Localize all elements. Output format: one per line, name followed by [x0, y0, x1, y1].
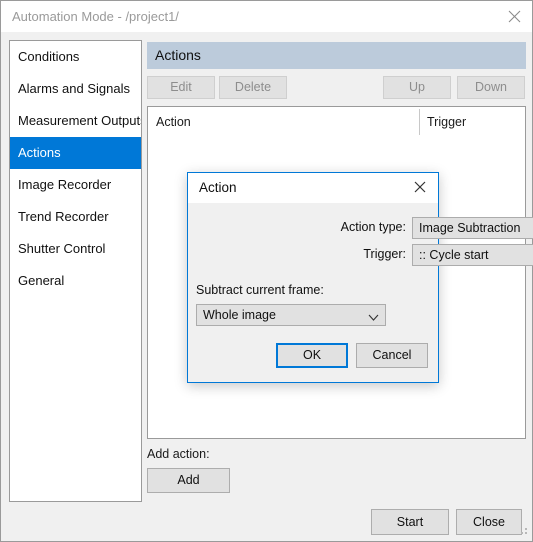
sidebar-item-general[interactable]: General [10, 265, 141, 297]
column-header-action[interactable]: Action [156, 115, 191, 129]
dialog-titlebar: Action [188, 173, 438, 203]
delete-button[interactable]: Delete [219, 76, 287, 99]
chevron-down-icon [368, 311, 379, 325]
resize-grip-icon[interactable] [517, 526, 529, 538]
add-action-label: Add action: [147, 447, 210, 461]
window-titlebar: Automation Mode - /project1/ [1, 1, 532, 32]
dialog-close-button[interactable] [405, 176, 435, 201]
sidebar-item-image-recorder[interactable]: Image Recorder [10, 169, 141, 201]
sidebar-item-actions[interactable]: Actions [10, 137, 141, 169]
action-type-value: Image Subtraction [419, 221, 521, 235]
subtract-current-frame-label: Subtract current frame: [196, 283, 324, 297]
window-title: Automation Mode - /project1/ [12, 9, 179, 24]
action-type-label: Action type: [340, 220, 406, 234]
sidebar-item-conditions[interactable]: Conditions [10, 41, 141, 73]
action-dialog: Action Action type: Image Subtraction Tr… [187, 172, 533, 383]
move-up-button[interactable]: Up [383, 76, 451, 99]
dialog-cancel-button[interactable]: Cancel [356, 343, 428, 368]
sidebar-item-measurement-outputs[interactable]: Measurement Outputs [10, 105, 141, 137]
trigger-select[interactable]: :: Cycle start [412, 244, 533, 266]
action-type-select[interactable]: Image Subtraction [412, 217, 533, 239]
subtract-current-frame-value: Whole image [203, 308, 276, 322]
subtract-current-frame-select[interactable]: Whole image [196, 304, 386, 326]
panel-title: Actions [155, 47, 201, 63]
sidebar-item-shutter-control[interactable]: Shutter Control [10, 233, 141, 265]
trigger-label: Trigger: [363, 247, 406, 261]
automation-mode-window: Automation Mode - /project1/ Conditions … [0, 0, 533, 542]
move-down-button[interactable]: Down [457, 76, 525, 99]
close-icon [414, 181, 426, 196]
column-divider [419, 109, 420, 135]
dialog-title: Action [199, 180, 237, 195]
close-button[interactable]: Close [456, 509, 522, 535]
close-icon [508, 10, 521, 23]
start-button[interactable]: Start [371, 509, 449, 535]
column-header-trigger[interactable]: Trigger [427, 115, 466, 129]
window-close-button[interactable] [496, 1, 532, 32]
sidebar-item-alarms-and-signals[interactable]: Alarms and Signals [10, 73, 141, 105]
panel-header: Actions [147, 42, 526, 69]
add-button[interactable]: Add [147, 468, 230, 493]
sidebar-nav[interactable]: Conditions Alarms and Signals Measuremen… [9, 40, 142, 502]
dialog-ok-button[interactable]: OK [276, 343, 348, 368]
edit-button[interactable]: Edit [147, 76, 215, 99]
trigger-value: :: Cycle start [419, 248, 489, 262]
sidebar-item-trend-recorder[interactable]: Trend Recorder [10, 201, 141, 233]
